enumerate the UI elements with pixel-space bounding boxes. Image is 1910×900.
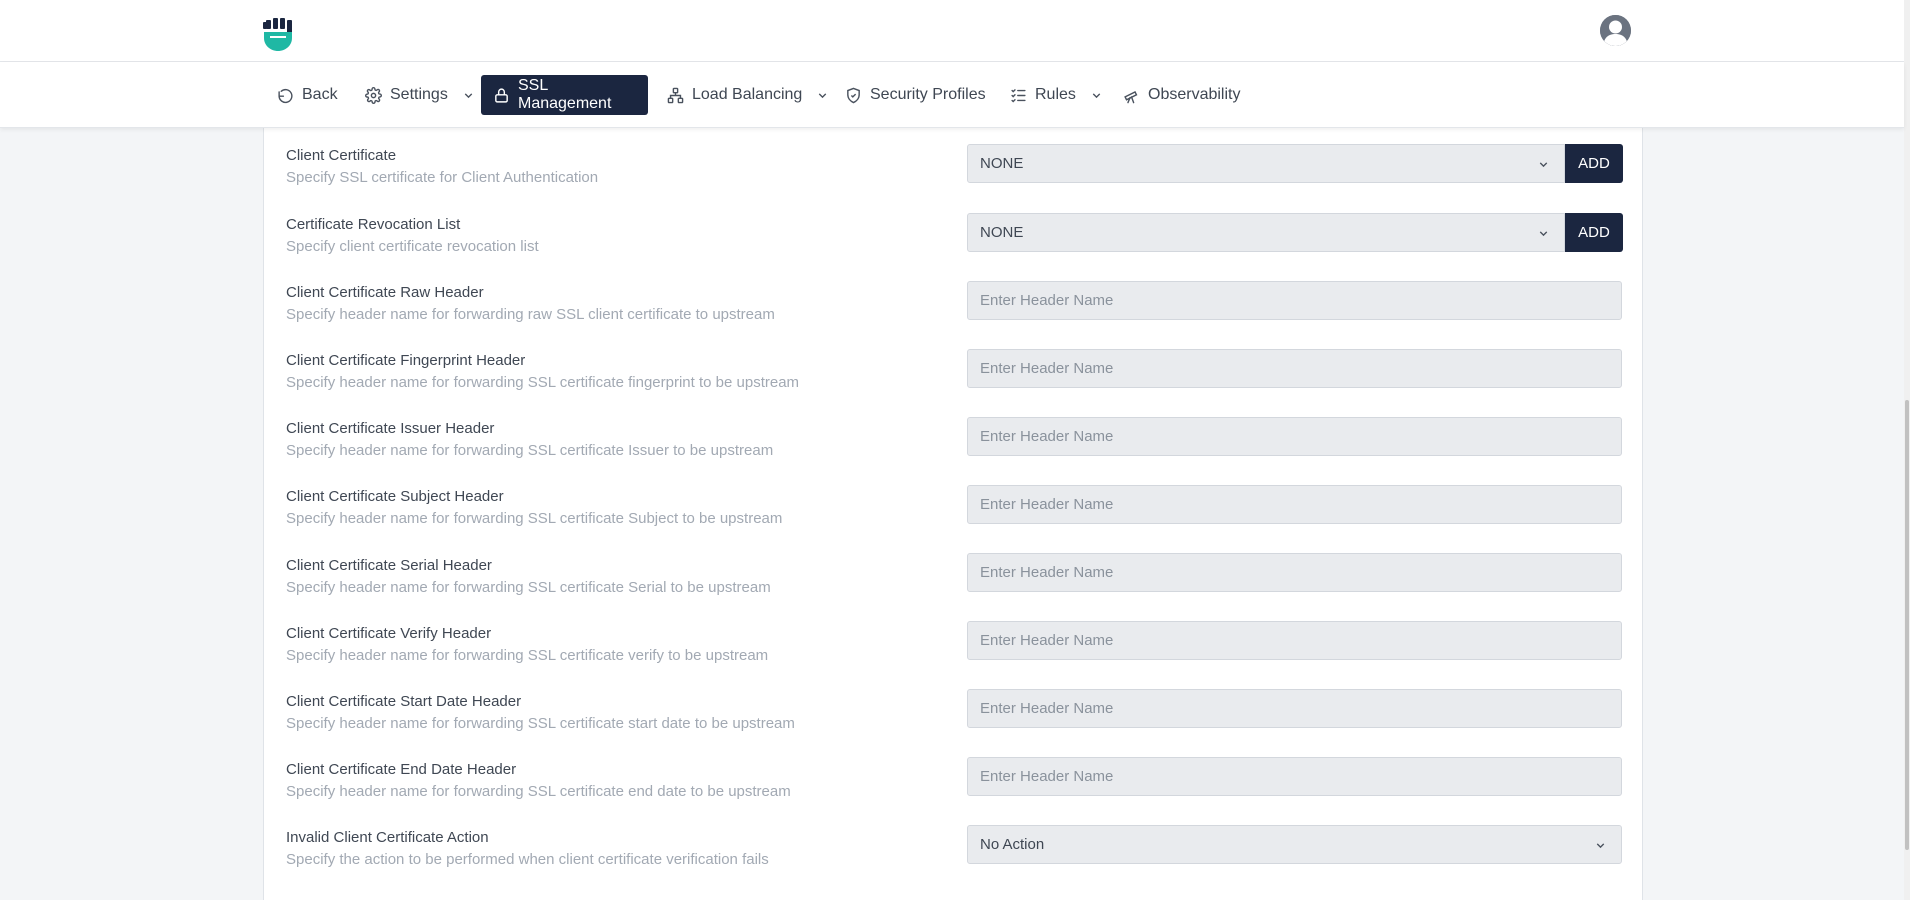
invalid-action-select[interactable]: No Action [967,825,1622,864]
invalid-action-description: Specify the action to be performed when … [286,851,769,868]
nav-security-profiles[interactable]: Security Profiles [833,75,998,115]
crl-label: Certificate Revocation List [286,216,461,233]
row-end-date-header: Client Certificate End Date Header Speci… [264,757,1644,829]
network-icon [667,87,684,103]
row-issuer-header: Client Certificate Issuer Header Specify… [264,417,1644,488]
nav-ssl-management-label: SSL Management [518,77,612,112]
nav-rules[interactable]: Rules [998,75,1115,115]
client-certificate-description: Specify SSL certificate for Client Authe… [286,169,599,186]
nav-settings[interactable]: Settings [353,75,487,115]
nav-load-balancing-label: Load Balancing [692,86,803,103]
subject-header-label: Client Certificate Subject Header [286,488,504,505]
chevron-down-icon [1092,92,1101,98]
row-invalid-action: Invalid Client Certificate Action Specif… [264,825,1644,897]
nav-load-balancing[interactable]: Load Balancing [655,75,841,115]
invalid-action-value: No Action [980,836,1045,853]
telescope-icon [1124,90,1138,103]
undo-icon [278,88,293,103]
row-verify-header: Client Certificate Verify Header Specify… [264,621,1644,693]
row-fingerprint-header: Client Certificate Fingerprint Header Sp… [264,349,1644,420]
gear-icon [365,86,382,104]
page-scrollbar[interactable] [1904,0,1910,900]
nav-back[interactable]: Back [265,75,350,115]
invalid-action-label: Invalid Client Certificate Action [286,829,489,846]
top-bar [0,0,1904,62]
row-serial-header: Client Certificate Serial Header Specify… [264,553,1644,625]
chevron-down-icon [1539,231,1548,237]
end-date-header-label: Client Certificate End Date Header [286,761,517,778]
chevron-down-icon [1596,843,1605,849]
nav-security-profiles-label: Security Profiles [870,86,986,103]
start-date-header-label: Client Certificate Start Date Header [286,693,522,710]
verify-header-label: Client Certificate Verify Header [286,625,492,642]
nav-ssl-management[interactable]: SSL Management [481,75,648,115]
verify-header-description: Specify header name for forwarding SSL c… [286,647,769,664]
nav-observability-label: Observability [1148,86,1241,103]
add-client-certificate-button[interactable]: ADD [1565,144,1623,183]
fingerprint-header-label: Client Certificate Fingerprint Header [286,352,526,369]
shield-icon [847,87,860,103]
issuer-header-input[interactable] [967,417,1622,456]
row-raw-header: Client Certificate Raw Header Specify he… [264,281,1644,352]
row-crl: Certificate Revocation List Specify clie… [264,213,1644,284]
serial-header-label: Client Certificate Serial Header [286,557,492,574]
client-certificate-value: NONE [980,155,1024,172]
crl-select[interactable]: NONE [967,213,1565,252]
chevron-down-icon [464,92,473,98]
start-date-header-description: Specify header name for forwarding SSL c… [286,715,795,732]
issuer-header-description: Specify header name for forwarding SSL c… [286,442,774,459]
nav-observability[interactable]: Observability [1111,75,1252,115]
serial-header-input[interactable] [967,553,1622,592]
end-date-header-description: Specify header name for forwarding SSL c… [286,783,791,800]
row-subject-header: Client Certificate Subject Header Specif… [264,485,1644,556]
raw-header-input[interactable] [967,281,1622,320]
fingerprint-header-description: Specify header name for forwarding SSL c… [286,374,800,391]
nav-rules-label: Rules [1035,86,1076,103]
scrollbar-thumb[interactable] [1905,400,1909,850]
row-start-date-header: Client Certificate Start Date Header Spe… [264,689,1644,761]
add-crl-button[interactable]: ADD [1565,213,1623,252]
user-avatar[interactable] [1600,15,1631,46]
verify-header-input[interactable] [967,621,1622,660]
fingerprint-header-input[interactable] [967,349,1622,388]
list-check-icon [1011,88,1026,103]
lock-icon [495,87,508,103]
nav-settings-label: Settings [390,86,448,103]
serial-header-description: Specify header name for forwarding SSL c… [286,579,771,596]
start-date-header-input[interactable] [967,689,1622,728]
issuer-header-label: Client Certificate Issuer Header [286,420,495,437]
client-certificate-select[interactable]: NONE [967,144,1565,183]
raw-header-label: Client Certificate Raw Header [286,284,484,301]
app-logo-icon[interactable] [263,18,293,52]
ssl-settings-form: Client Certificate Specify SSL certifica… [263,128,1643,900]
chevron-down-icon [1539,162,1548,168]
subject-header-input[interactable] [967,485,1622,524]
chevron-down-icon [819,92,827,98]
nav-back-label: Back [302,86,338,103]
main-nav: Back Settings SSL Management Load Balanc… [0,62,1904,128]
crl-value: NONE [980,224,1024,241]
user-icon [1600,15,1631,46]
raw-header-description: Specify header name for forwarding raw S… [286,306,775,323]
client-certificate-label: Client Certificate [286,147,397,164]
end-date-header-input[interactable] [967,757,1622,796]
subject-header-description: Specify header name for forwarding SSL c… [286,510,783,527]
crl-description: Specify client certificate revocation li… [286,238,539,255]
row-client-certificate: Client Certificate Specify SSL certifica… [264,144,1644,215]
